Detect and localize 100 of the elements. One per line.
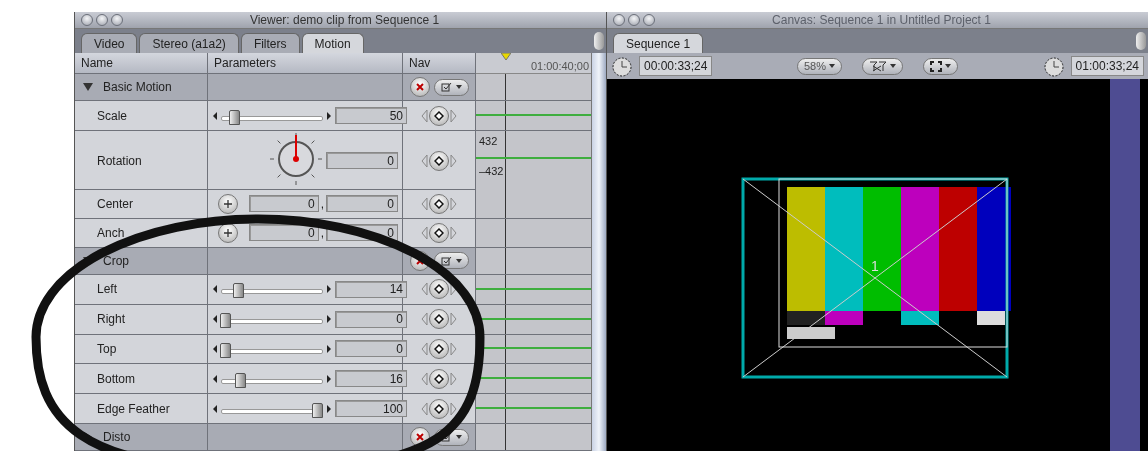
duration-field[interactable]: 00:00:33;24 (639, 56, 713, 76)
right-arrow-icon[interactable] (326, 110, 332, 121)
left-arrow-icon[interactable] (212, 110, 218, 121)
group-name: Crop (102, 253, 129, 268)
resize-knob[interactable] (1136, 32, 1146, 50)
scroll-bar[interactable] (591, 53, 606, 451)
options-dropdown[interactable] (433, 78, 469, 96)
slider-track[interactable] (221, 372, 323, 385)
minimize-button[interactable] (628, 14, 640, 26)
parameter-name: Left (96, 282, 117, 297)
slider-track[interactable] (221, 283, 323, 296)
right-arrow-icon[interactable] (326, 314, 332, 325)
diamond-icon (434, 155, 444, 166)
tab[interactable]: Motion (301, 33, 364, 53)
x-icon (414, 432, 425, 443)
add-keyframe-button[interactable] (429, 150, 449, 171)
slider-track[interactable] (221, 402, 323, 415)
right-arrow-icon[interactable] (326, 343, 332, 354)
parameter-name: Center (96, 196, 134, 211)
minimize-button[interactable] (96, 14, 108, 26)
window-title: Viewer: demo clip from Sequence 1 (248, 13, 441, 27)
diamond-icon (434, 403, 444, 414)
add-keyframe-button[interactable] (429, 105, 449, 126)
caret-icon (890, 64, 897, 68)
column-header: Name (80, 56, 113, 71)
right-arrow-icon[interactable] (326, 373, 332, 384)
parameter-name: Rotation (96, 153, 142, 168)
x-field[interactable]: 0 (248, 224, 319, 242)
plus-icon (223, 198, 233, 209)
value-field[interactable]: 0 (326, 152, 398, 170)
value-field[interactable]: 50 (335, 107, 407, 125)
diamond-icon (434, 373, 444, 384)
parameter-name: Right (96, 312, 125, 327)
y-field[interactable]: 0 (326, 195, 398, 213)
caret-icon (455, 435, 462, 440)
add-keyframe-button[interactable] (429, 279, 449, 300)
add-keyframe-button[interactable] (429, 398, 449, 419)
tab[interactable]: Sequence 1 (613, 33, 704, 53)
ruler-timecode: 01:00:40;00 (530, 60, 589, 72)
zoom-button[interactable] (111, 14, 123, 26)
slider-thumb[interactable] (312, 402, 323, 418)
caret-icon (455, 258, 462, 263)
next-keyframe-icon[interactable] (450, 282, 457, 297)
left-arrow-icon[interactable] (212, 403, 218, 414)
value-field[interactable]: 0 (335, 310, 407, 328)
slider-thumb[interactable] (232, 283, 244, 299)
add-keyframe-button[interactable] (429, 222, 449, 243)
timecode-clock-icon (1042, 55, 1065, 77)
slider-thumb[interactable] (220, 342, 231, 358)
overlay-dropdown[interactable] (923, 57, 959, 75)
caret-icon (829, 64, 836, 68)
comma: , (319, 196, 325, 211)
add-keyframe-button[interactable] (429, 338, 449, 359)
zoom-button[interactable] (643, 14, 655, 26)
add-keyframe-button[interactable] (429, 309, 449, 330)
view-dropdown[interactable] (862, 57, 904, 75)
caret-icon (455, 85, 462, 90)
parameter-name: Top (96, 341, 117, 356)
close-button[interactable] (613, 14, 625, 26)
parameter-name: Bottom (96, 371, 135, 386)
value-field[interactable]: 16 (335, 370, 407, 388)
track-number-label: 1 (871, 258, 879, 274)
slider-thumb[interactable] (229, 109, 241, 125)
left-arrow-icon[interactable] (212, 284, 218, 295)
graph-max-label: 432 (479, 135, 498, 148)
frame-corners-icon (930, 60, 943, 72)
resize-knob[interactable] (594, 32, 604, 50)
add-keyframe-button[interactable] (429, 193, 449, 214)
next-keyframe-icon[interactable] (450, 401, 457, 416)
slider-track[interactable] (221, 313, 323, 326)
slider-thumb[interactable] (220, 313, 231, 329)
group-name: Basic Motion (102, 80, 172, 95)
right-arrow-icon[interactable] (326, 284, 332, 295)
left-arrow-icon[interactable] (212, 314, 218, 325)
plus-icon (223, 227, 233, 238)
value-field[interactable]: 0 (335, 340, 407, 358)
caret-icon (945, 64, 952, 68)
duration-clock-icon (611, 55, 633, 77)
slider-thumb[interactable] (234, 372, 246, 388)
left-arrow-icon[interactable] (212, 373, 218, 384)
slider-track[interactable] (221, 342, 323, 355)
checkbox-icon (440, 82, 453, 93)
left-arrow-icon[interactable] (212, 343, 218, 354)
tab[interactable]: Stereo (a1a2) (139, 33, 239, 53)
rotation-dial[interactable] (268, 131, 324, 188)
timecode-field[interactable]: 01:00:33;24 (1070, 56, 1144, 76)
value-field[interactable]: 14 (335, 280, 407, 298)
value-field[interactable]: 100 (335, 400, 407, 418)
tab[interactable]: Video (81, 33, 138, 53)
expanded-triangle-icon[interactable] (83, 82, 93, 93)
close-button[interactable] (81, 14, 93, 26)
x-field[interactable]: 0 (248, 195, 319, 213)
diamond-icon (434, 227, 444, 238)
comma: , (319, 225, 325, 240)
slider-track[interactable] (221, 109, 323, 122)
tab[interactable]: Filters (240, 33, 300, 53)
parameter-name: Edge Feather (96, 401, 170, 416)
zoom-dropdown[interactable]: 58% (797, 57, 843, 75)
right-arrow-icon[interactable] (326, 403, 332, 414)
add-keyframe-button[interactable] (429, 368, 449, 389)
